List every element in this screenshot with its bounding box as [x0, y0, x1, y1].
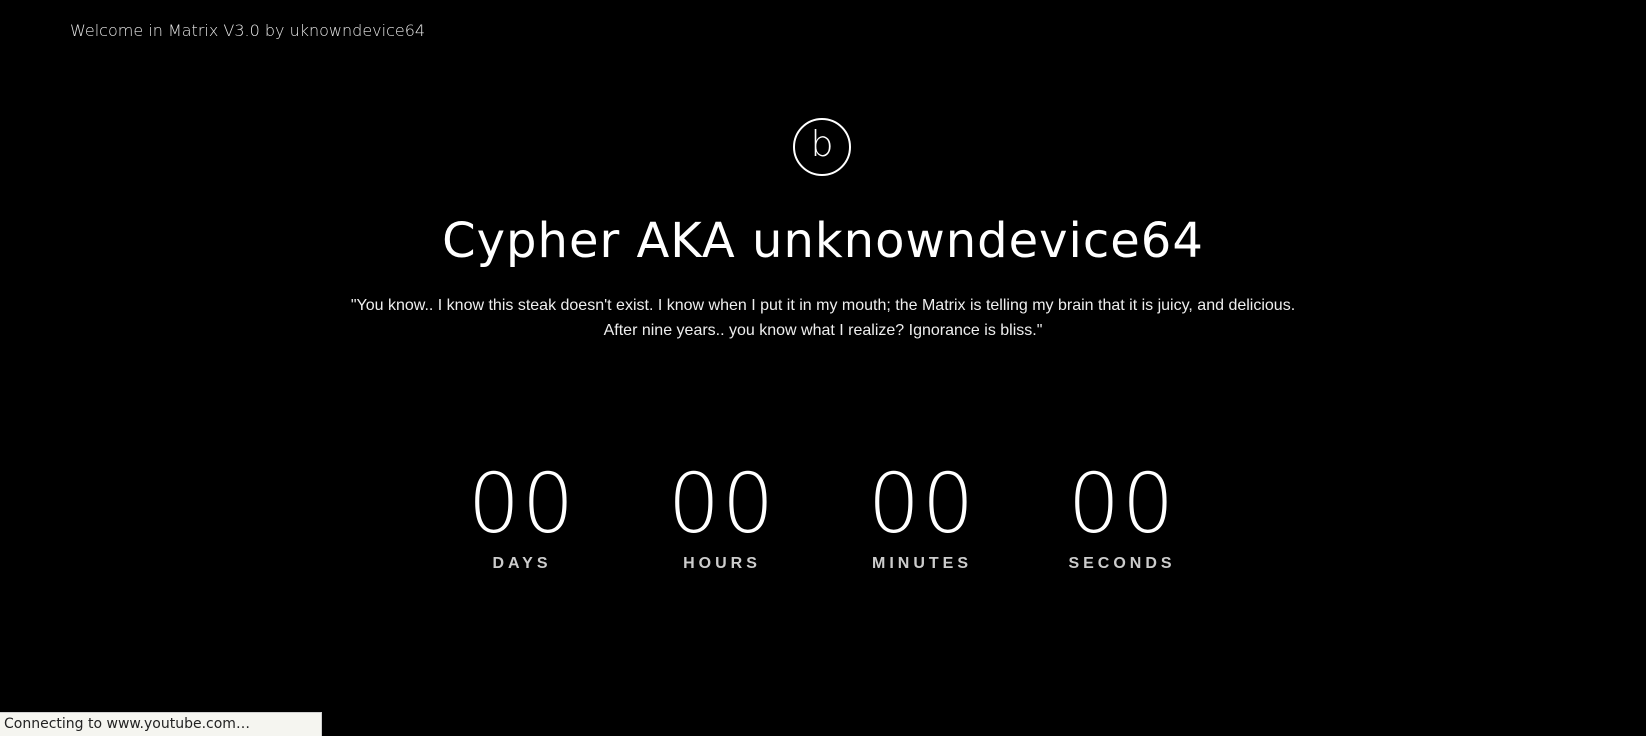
- quote: "You know.. I know this steak doesn't ex…: [0, 293, 1646, 343]
- countdown-minutes: 00 MINUTES: [842, 455, 1002, 573]
- minutes-value: 00: [867, 457, 977, 552]
- page-title: Cypher AKA unknowndevice64: [442, 213, 1204, 269]
- hours-label: HOURS: [683, 555, 761, 572]
- page: Welcome in Matrix V3.0 by uknowndevice64…: [0, 0, 1646, 736]
- seconds-label: SECONDS: [1068, 555, 1176, 572]
- countdown-days: 00 DAYS: [442, 455, 602, 573]
- logo-letter: b: [810, 124, 834, 165]
- countdown-seconds: 00 SECONDS: [1042, 455, 1202, 573]
- hours-value: 00: [667, 457, 777, 552]
- seconds-value: 00: [1067, 457, 1177, 552]
- days-label: DAYS: [492, 555, 552, 572]
- logo-icon: b: [793, 118, 851, 176]
- countdown-hours: 00 HOURS: [642, 455, 802, 573]
- welcome-text: Welcome in Matrix V3.0 by uknowndevice64: [70, 21, 426, 40]
- quote-line-2: After nine years.. you know what I reali…: [603, 322, 1043, 339]
- quote-line-1: "You know.. I know this steak doesn't ex…: [350, 297, 1296, 314]
- countdown: 00 DAYS 00 HOURS 00 MINUTES 00 SECONDS: [0, 455, 1646, 585]
- browser-status-bar: Connecting to www.youtube.com…: [0, 712, 322, 736]
- days-value: 00: [467, 457, 577, 552]
- minutes-label: MINUTES: [872, 555, 972, 572]
